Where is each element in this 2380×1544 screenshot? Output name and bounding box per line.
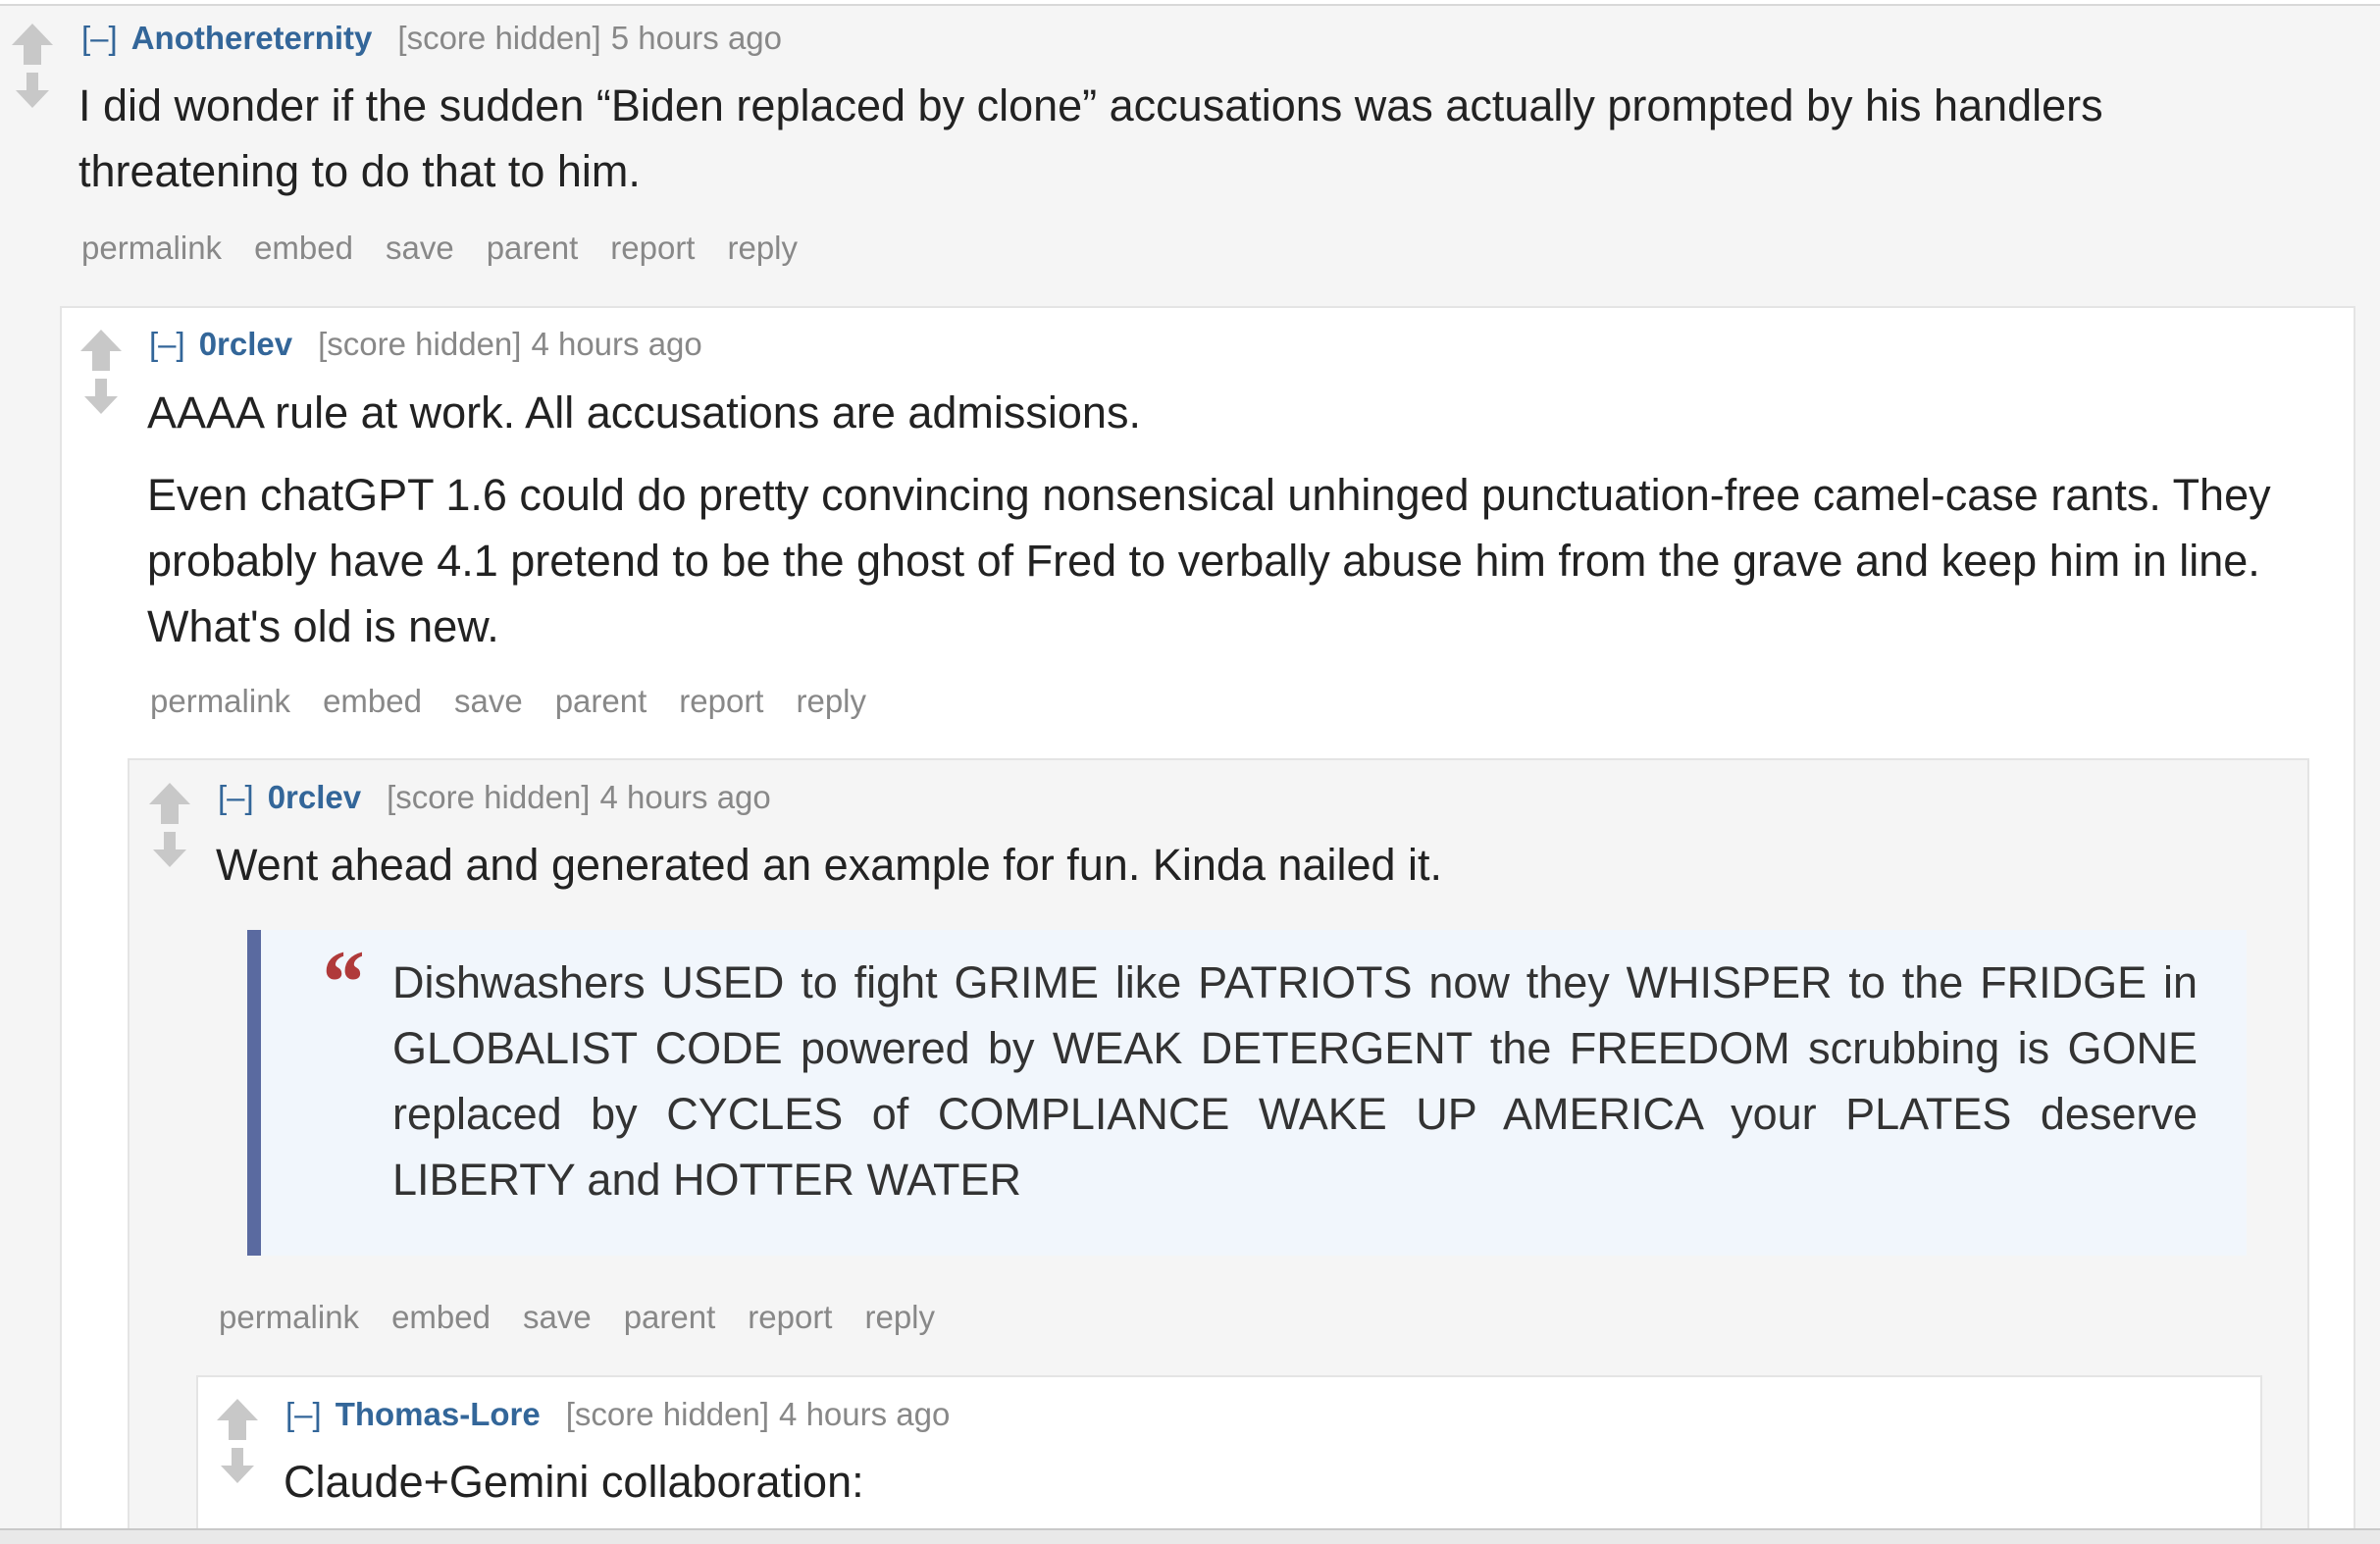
- comment-body: AAAA rule at work. All accusations are a…: [147, 380, 2315, 659]
- save-button[interactable]: save: [454, 683, 523, 719]
- comment-actions: permalink embed save parent report reply: [81, 230, 830, 267]
- author-link[interactable]: Thomas-Lore: [336, 1396, 541, 1432]
- comment-body: Went ahead and generated an example for …: [216, 832, 2276, 898]
- comment-paragraph: I did wonder if the sudden “Biden replac…: [78, 80, 2103, 196]
- arrow-down-icon[interactable]: [10, 71, 55, 110]
- report-button[interactable]: report: [748, 1299, 832, 1335]
- permalink-button[interactable]: permalink: [81, 230, 222, 266]
- permalink-button[interactable]: permalink: [150, 683, 290, 719]
- score: [score hidden]: [565, 1396, 770, 1432]
- comment-actions: permalink embed save parent report reply: [219, 1299, 967, 1336]
- embed-button[interactable]: embed: [323, 683, 422, 719]
- report-button[interactable]: report: [679, 683, 763, 719]
- score: [score hidden]: [387, 779, 591, 815]
- arrow-down-icon[interactable]: [147, 830, 192, 869]
- comment-tagline: [–] 0rclev [score hidden] 4 hours ago: [218, 779, 771, 816]
- comment-actions: permalink embed save parent report reply: [150, 683, 899, 720]
- collapse-toggle[interactable]: [–]: [149, 326, 185, 362]
- comment-paragraph: Went ahead and generated an example for …: [216, 840, 1443, 890]
- comment-paragraph: AAAA rule at work. All accusations are a…: [147, 387, 1141, 437]
- timestamp: 4 hours ago: [531, 326, 702, 362]
- save-button[interactable]: save: [386, 230, 454, 266]
- reply-button[interactable]: reply: [727, 230, 798, 266]
- author-link[interactable]: 0rclev: [268, 779, 361, 815]
- comment-paragraph: Claude+Gemini collaboration:: [284, 1457, 864, 1507]
- quote-text: Dishwashers USED to fight GRIME like PAT…: [392, 957, 2198, 1205]
- timestamp: 5 hours ago: [610, 20, 783, 56]
- arrow-down-icon[interactable]: [78, 377, 124, 416]
- parent-button[interactable]: parent: [555, 683, 647, 719]
- comment-tagline: [–] Thomas-Lore [score hidden] 4 hours ago: [285, 1396, 950, 1433]
- vote-controls: [147, 781, 192, 869]
- parent-button[interactable]: parent: [624, 1299, 716, 1335]
- reply-button[interactable]: reply: [864, 1299, 935, 1335]
- timestamp: 4 hours ago: [599, 779, 771, 815]
- vote-controls: [10, 22, 55, 110]
- parent-button[interactable]: parent: [487, 230, 579, 266]
- reply-button[interactable]: reply: [796, 683, 866, 719]
- quote-mark-icon: “: [318, 932, 363, 1032]
- collapse-toggle[interactable]: [–]: [218, 779, 254, 815]
- collapse-toggle[interactable]: [–]: [81, 20, 118, 56]
- author-link[interactable]: Anothereternity: [131, 20, 373, 56]
- score: [score hidden]: [318, 326, 522, 362]
- vote-controls: [78, 328, 124, 416]
- blockquote: “ Dishwashers USED to fight GRIME like P…: [247, 930, 2247, 1256]
- collapse-toggle[interactable]: [–]: [285, 1396, 322, 1432]
- comment-tagline: [–] Anothereternity [score hidden] 5 hours …: [81, 20, 782, 57]
- embed-button[interactable]: embed: [254, 230, 353, 266]
- arrow-up-icon[interactable]: [215, 1397, 260, 1442]
- score: [score hidden]: [397, 20, 601, 56]
- comment-tagline: [–] 0rclev [score hidden] 4 hours ago: [149, 326, 702, 363]
- arrow-up-icon[interactable]: [78, 328, 124, 373]
- permalink-button[interactable]: permalink: [219, 1299, 359, 1335]
- save-button[interactable]: save: [523, 1299, 592, 1335]
- author-link[interactable]: 0rclev: [199, 326, 292, 362]
- arrow-up-icon[interactable]: [147, 781, 192, 826]
- timestamp: 4 hours ago: [779, 1396, 951, 1432]
- report-button[interactable]: report: [610, 230, 695, 266]
- arrow-down-icon[interactable]: [215, 1446, 260, 1485]
- comment-body: I did wonder if the sudden “Biden replac…: [78, 73, 2296, 204]
- arrow-up-icon[interactable]: [10, 22, 55, 67]
- comment-paragraph: Even chatGPT 1.6 could do pretty convinc…: [147, 470, 2271, 651]
- vote-controls: [215, 1397, 260, 1485]
- comment-body: Claude+Gemini collaboration:: [284, 1449, 2236, 1515]
- embed-button[interactable]: embed: [391, 1299, 491, 1335]
